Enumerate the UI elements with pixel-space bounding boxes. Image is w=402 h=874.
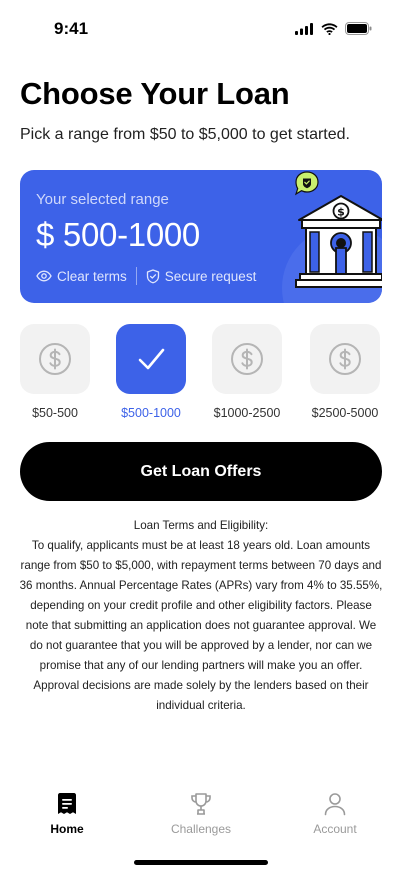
- card-features: Clear terms Secure request: [36, 267, 256, 285]
- page-subtitle: Pick a range from $50 to $5,000 to get s…: [20, 126, 350, 143]
- eye-icon: [36, 270, 52, 282]
- dollar-icon: [39, 343, 71, 375]
- dollar-icon: [231, 343, 263, 375]
- status-icons: [295, 22, 372, 35]
- tab-challenges[interactable]: Challenges: [151, 792, 251, 836]
- amount-option-label[interactable]: $2500-5000: [295, 406, 395, 420]
- tab-label: Challenges: [170, 822, 232, 836]
- get-loan-offers-button[interactable]: Get Loan Offers: [20, 442, 382, 501]
- tab-label: Account: [313, 822, 357, 836]
- selected-range-value: $ 500-1000: [36, 216, 200, 253]
- wifi-icon: [321, 22, 338, 35]
- feature-label: Secure request: [164, 268, 257, 284]
- terms-body: To qualify, applicants must be at least …: [19, 539, 383, 712]
- amount-option-label[interactable]: $500-1000: [101, 406, 201, 420]
- amount-option-50-500[interactable]: [20, 324, 90, 394]
- amount-option-2500-5000[interactable]: [310, 324, 380, 394]
- trophy-icon: [191, 793, 211, 815]
- status-time: 9:41: [54, 19, 89, 38]
- page-title: Choose Your Loan: [20, 76, 290, 111]
- home-indicator: [134, 860, 268, 865]
- tab-account[interactable]: Account: [285, 792, 385, 836]
- shield-check-icon: [146, 268, 159, 283]
- tab-label: Home: [50, 822, 84, 836]
- feature-clear-terms: Clear terms: [36, 269, 127, 284]
- tab-home[interactable]: Home: [17, 792, 117, 836]
- feature-divider: [135, 267, 137, 285]
- feature-secure-request: Secure request: [146, 268, 257, 284]
- svg-text:$: $: [337, 206, 345, 219]
- checkmark-icon: [138, 348, 165, 370]
- user-icon: [324, 793, 346, 816]
- cellular-signal-icon: [295, 22, 313, 35]
- receipt-icon: [58, 793, 76, 814]
- loan-terms: Loan Terms and Eligibility: To qualify, …: [18, 516, 384, 716]
- amount-option-500-1000[interactable]: [116, 324, 186, 394]
- selected-range-label: Your selected range: [36, 191, 169, 208]
- terms-heading: Loan Terms and Eligibility:: [133, 519, 269, 532]
- status-bar: 9:41: [0, 0, 402, 56]
- amount-option-1000-2500[interactable]: [212, 324, 282, 394]
- bank-illustration: $: [282, 171, 382, 303]
- dollar-icon: [329, 343, 361, 375]
- amount-option-label[interactable]: $1000-2500: [197, 406, 297, 420]
- bottom-tab-bar: Home Challenges Account: [0, 780, 402, 850]
- battery-icon: [345, 22, 372, 35]
- feature-label: Clear terms: [57, 268, 127, 284]
- selected-range-card: Your selected range $ 500-1000 Clear ter…: [20, 170, 382, 303]
- amount-option-label[interactable]: $50-500: [5, 406, 105, 420]
